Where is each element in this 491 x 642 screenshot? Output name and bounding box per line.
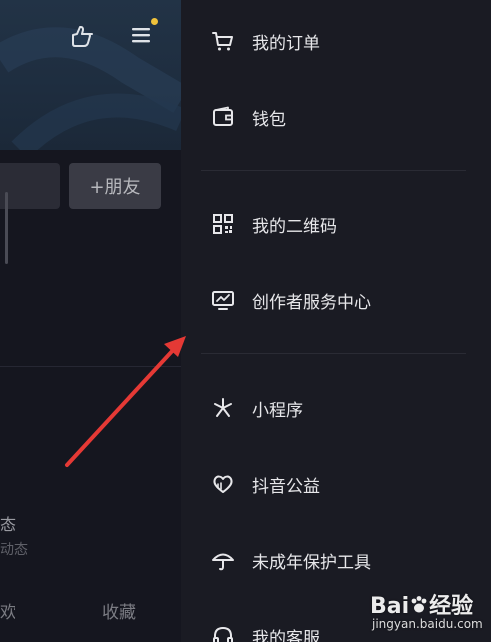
screen: +朋友 态 动态 欢 收藏 我的订单 钱包 我的二维码 创作者服务中心 小程序 … [0, 0, 491, 642]
menu-item-creator-center[interactable]: 创作者服务中心 [181, 276, 491, 324]
visitor-hand-button[interactable] [65, 19, 99, 53]
headset-icon [211, 624, 235, 642]
menu-item-label: 小程序 [252, 400, 303, 421]
edit-profile-button[interactable] [0, 163, 60, 209]
profile-cover [0, 0, 181, 150]
pointing-hand-icon [72, 26, 93, 47]
qr-code-icon [211, 212, 235, 236]
profile-panel: +朋友 态 动态 欢 收藏 [0, 0, 181, 642]
wallet-icon [211, 105, 235, 129]
creator-monitor-icon [211, 288, 235, 312]
menu-item-label: 抖音公益 [252, 476, 320, 497]
hamburger-icon [132, 28, 150, 43]
side-drawer-menu: 我的订单 钱包 我的二维码 创作者服务中心 小程序 抖音公益 未成年保护工具 我… [181, 0, 491, 642]
menu-item-wallet[interactable]: 钱包 [181, 93, 491, 141]
add-friend-button[interactable]: +朋友 [69, 163, 161, 209]
umbrella-icon [211, 548, 235, 572]
cart-icon [211, 29, 235, 53]
menu-divider [201, 353, 466, 354]
menu-item-label: 我的客服 [252, 628, 320, 642]
menu-button[interactable] [124, 18, 158, 52]
menu-item-qr-code[interactable]: 我的二维码 [181, 200, 491, 248]
menu-item-label: 钱包 [252, 109, 286, 130]
dynamic-title: 态 [0, 515, 17, 534]
add-friend-label: +朋友 [89, 177, 141, 198]
tab-favorites[interactable]: 收藏 [102, 598, 136, 623]
notification-dot [151, 18, 158, 25]
charity-heart-icon [211, 472, 235, 496]
menu-item-label: 我的订单 [252, 33, 320, 54]
menu-item-mini-program[interactable]: 小程序 [181, 384, 491, 432]
mini-program-icon [211, 396, 235, 420]
menu-item-customer-service[interactable]: 我的客服 [181, 612, 491, 642]
menu-item-label: 我的二维码 [252, 216, 337, 237]
menu-item-charity[interactable]: 抖音公益 [181, 460, 491, 508]
scrollbar[interactable] [5, 192, 8, 264]
tab-likes[interactable]: 欢 [0, 598, 15, 623]
menu-divider [201, 170, 466, 171]
menu-item-label: 未成年保护工具 [252, 552, 371, 573]
dynamic-subtitle: 动态 [0, 542, 28, 558]
menu-item-minor-protection[interactable]: 未成年保护工具 [181, 536, 491, 584]
section-divider [0, 366, 181, 367]
menu-item-label: 创作者服务中心 [252, 292, 371, 313]
menu-item-orders[interactable]: 我的订单 [181, 17, 491, 65]
